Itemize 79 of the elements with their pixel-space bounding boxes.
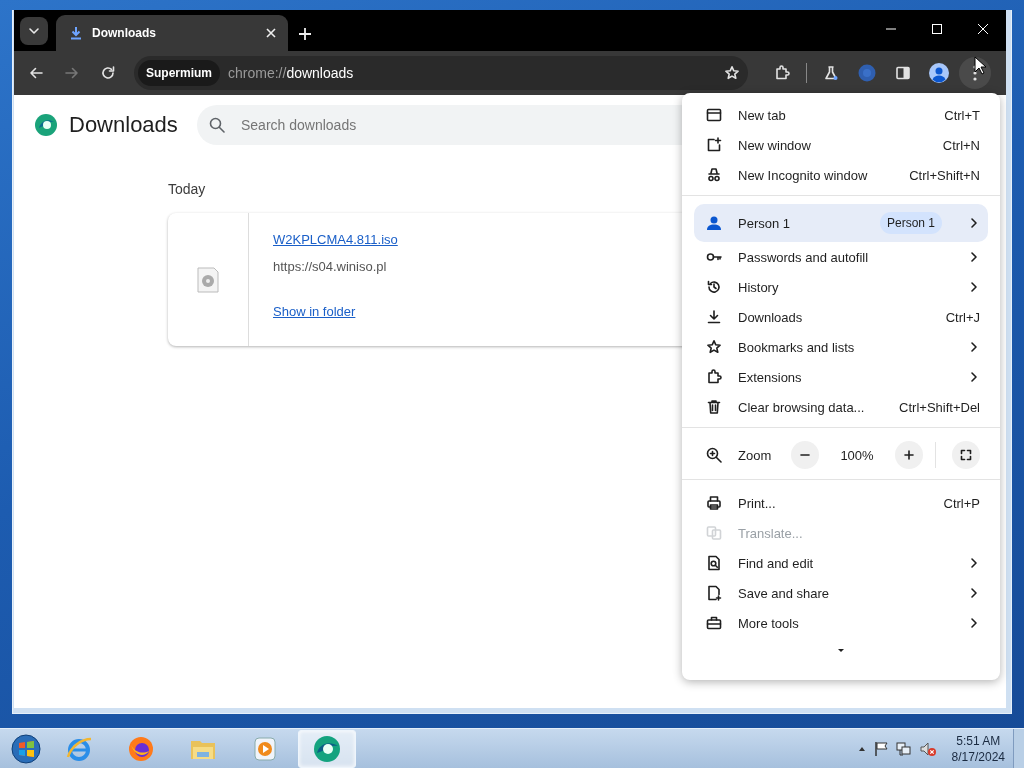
caret-up-icon[interactable] — [857, 745, 866, 752]
close-icon[interactable] — [977, 23, 989, 35]
zoom-label: Zoom — [738, 447, 773, 463]
caret-down-icon[interactable] — [837, 648, 845, 653]
zoom-icon — [706, 447, 722, 463]
fullscreen-button[interactable] — [952, 441, 980, 469]
find-page-icon — [706, 555, 722, 571]
clock-time[interactable]: 5:51 AM — [956, 732, 1001, 749]
side-panel-icon[interactable] — [895, 65, 911, 81]
incognito-icon — [706, 167, 722, 183]
extension-circle-icon[interactable] — [858, 64, 876, 82]
shortcut-text: Ctrl+J — [945, 309, 980, 325]
menu-item[interactable]: Downloads Ctrl+J — [682, 302, 1000, 332]
plus-icon[interactable] — [298, 27, 312, 41]
menu-item[interactable]: Print... Ctrl+P — [682, 488, 1000, 518]
download-icon — [706, 309, 722, 325]
zoom-level: 100% — [839, 447, 875, 463]
translate-icon — [706, 525, 722, 541]
play-icon — [251, 734, 279, 763]
flag-icon[interactable] — [873, 740, 888, 757]
site-chip: Supermium — [138, 60, 220, 86]
page-title: Downloads — [69, 112, 179, 138]
start-button[interactable] — [11, 733, 41, 764]
back-icon[interactable] — [28, 65, 44, 81]
shortcut-text: Ctrl+Shift+N — [909, 167, 980, 183]
download-icon — [68, 25, 84, 41]
shortcut-text: Ctrl+Shift+Del — [899, 399, 980, 415]
menu-item[interactable]: Find and edit — [682, 548, 1000, 578]
address-text: chrome://downloads — [228, 65, 355, 81]
menu-item[interactable]: Bookmarks and lists — [682, 332, 1000, 362]
source-url: https://s04.winiso.pl — [273, 259, 387, 274]
menu-item[interactable]: History — [682, 272, 1000, 302]
plus-icon — [903, 449, 915, 461]
profile-item[interactable]: Person 1 Person 1 — [694, 204, 988, 242]
star-icon — [706, 339, 722, 355]
file-icon — [197, 266, 219, 293]
star-icon[interactable] — [724, 65, 740, 81]
tab-list-button[interactable] — [20, 17, 48, 45]
menu-item[interactable]: New Incognito window Ctrl+Shift+N — [682, 160, 1000, 190]
app-logo-icon — [313, 734, 341, 763]
zoom-in-button[interactable] — [895, 441, 923, 469]
reload-icon[interactable] — [100, 65, 116, 81]
printer-icon — [706, 495, 722, 511]
close-icon[interactable] — [264, 26, 278, 40]
menu-item[interactable]: More tools — [682, 608, 1000, 638]
shortcut-text: Ctrl+P — [943, 495, 980, 511]
menu-item[interactable]: Extensions — [682, 362, 1000, 392]
zoom-out-button[interactable] — [791, 441, 819, 469]
person-icon — [706, 215, 722, 231]
fullscreen-icon — [960, 449, 972, 461]
puzzle-icon — [706, 369, 722, 385]
cursor-icon — [974, 56, 988, 75]
app-logo-icon — [34, 113, 58, 137]
profile-badge: Person 1 — [879, 212, 942, 234]
puzzle-icon[interactable] — [774, 65, 790, 81]
history-icon — [706, 279, 722, 295]
tab[interactable]: Downloads — [56, 15, 288, 51]
new-window-icon — [706, 137, 722, 153]
menu-item[interactable]: Save and share — [682, 578, 1000, 608]
menu-item[interactable]: Passwords and autofill — [682, 242, 1000, 272]
file-link[interactable]: W2KPLCMA4.811.iso — [273, 232, 398, 247]
speaker-muted-icon[interactable] — [919, 740, 936, 757]
avatar-icon[interactable] — [929, 63, 949, 83]
menu-item[interactable]: Clear browsing data... Ctrl+Shift+Del — [682, 392, 1000, 422]
clock-date[interactable]: 8/17/2024 — [951, 748, 1005, 765]
page-share-icon — [706, 585, 722, 601]
section-heading: Today — [168, 181, 206, 197]
network-icon[interactable] — [895, 740, 912, 757]
show-in-folder-link[interactable]: Show in folder — [273, 304, 356, 319]
taskbar-button[interactable] — [298, 729, 356, 768]
tab-icon — [706, 107, 722, 123]
toolbox-icon — [706, 615, 722, 631]
flask-icon[interactable] — [823, 65, 839, 81]
shortcut-text: Ctrl+T — [944, 107, 980, 123]
address-bar[interactable]: Supermium chrome://downloads — [134, 56, 748, 90]
trash-icon — [706, 399, 722, 415]
maximize-icon[interactable] — [931, 23, 943, 35]
shortcut-text: Ctrl+N — [942, 137, 980, 153]
fox-globe-icon — [127, 734, 155, 763]
